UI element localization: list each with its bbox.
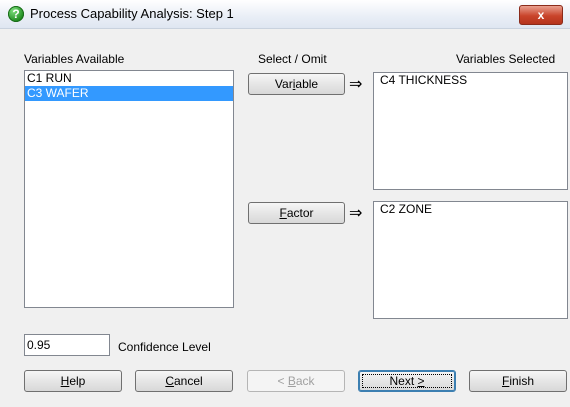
variable-selected-list[interactable]: C4 THICKNESS xyxy=(373,72,568,190)
variables-available-label: Variables Available xyxy=(24,52,125,66)
close-icon: x xyxy=(537,8,545,22)
help-button[interactable]: Help xyxy=(24,370,122,392)
next-button[interactable]: Next > xyxy=(358,370,456,392)
list-item[interactable]: C2 ZONE xyxy=(374,202,567,217)
factor-selected-list[interactable]: C2 ZONE xyxy=(373,201,568,319)
list-item[interactable]: C1 RUN xyxy=(25,71,233,86)
back-button[interactable]: < Back xyxy=(247,370,345,392)
variables-available-list[interactable]: C1 RUN C3 WAFER xyxy=(24,70,234,308)
confidence-level-input[interactable] xyxy=(24,334,110,356)
cancel-button[interactable]: Cancel xyxy=(135,370,233,392)
focus-rect xyxy=(362,374,452,388)
arrow-right-icon: ⇒ xyxy=(349,205,363,222)
list-item[interactable]: C3 WAFER xyxy=(25,86,233,101)
dialog-window: ? Process Capability Analysis: Step 1 x … xyxy=(0,0,570,407)
finish-button[interactable]: Finish xyxy=(469,370,567,392)
variable-button[interactable]: Variable xyxy=(248,73,345,95)
select-omit-label: Select / Omit xyxy=(258,52,327,66)
close-button[interactable]: x xyxy=(519,5,563,25)
title-bar: ? Process Capability Analysis: Step 1 x xyxy=(0,0,570,29)
variables-selected-label: Variables Selected xyxy=(456,52,556,66)
factor-button[interactable]: Factor xyxy=(248,202,345,224)
window-title: Process Capability Analysis: Step 1 xyxy=(30,6,234,21)
arrow-right-icon: ⇒ xyxy=(349,76,363,93)
list-item[interactable]: C4 THICKNESS xyxy=(374,73,567,88)
confidence-level-label: Confidence Level xyxy=(118,340,211,354)
question-icon: ? xyxy=(8,6,24,22)
